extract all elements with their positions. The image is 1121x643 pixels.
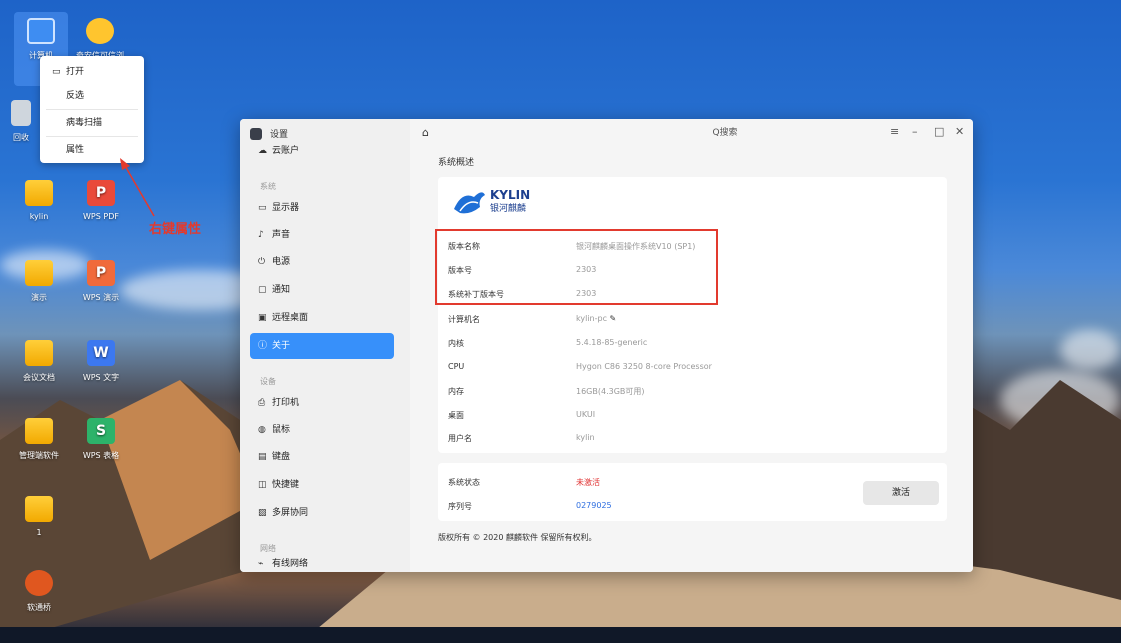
remote-desktop-icon: ▣ [258, 313, 267, 323]
folder-icon [25, 418, 53, 444]
copyright-text: 版权所有 © 2020 麒麟软件 保留所有权利。 [438, 533, 597, 542]
close-icon[interactable]: ✕ [955, 125, 964, 138]
system-info-card: KYLIN 银河麒麟 版本名称 银河麒麟桌面操作系统V10 (SP1) 版本号 … [438, 177, 947, 453]
annotation-label: 右键属性 [149, 222, 202, 237]
home-icon[interactable]: ⌂ [422, 126, 429, 139]
activate-button[interactable]: 激活 [863, 481, 939, 505]
wps-pdf-icon: P [87, 180, 115, 206]
window-titlebar: ⌂ Q搜索 ≡ – □ ✕ [410, 119, 973, 147]
page-title: 系统概述 [438, 158, 475, 168]
sidebar-item-about[interactable]: ⓘ 关于 [250, 333, 394, 359]
desktop-icon-wps-xls[interactable]: S WPS 表格 [73, 418, 129, 461]
minimize-icon[interactable]: – [912, 125, 918, 138]
shortcut-icon: ◫ [258, 480, 267, 490]
info-icon: ⓘ [258, 341, 268, 351]
sidebar-item-mouse[interactable]: ◍ 鼠标 [250, 417, 394, 443]
sidebar-group-network: 网络 [260, 544, 276, 553]
kylin-sub: 银河麒麟 [490, 204, 527, 214]
activation-card: 系统状态 未激活 序列号 0279025 激活 [438, 463, 947, 521]
wps-spreadsheet-icon: S [87, 418, 115, 444]
app-header: 设置 [250, 127, 288, 140]
context-menu-open[interactable]: ▭ 打开 [40, 60, 144, 84]
desktop-icon-folder-1[interactable]: 1 [11, 496, 67, 537]
settings-sidebar: 设置 ☁ 云账户 系统 ▭ 显示器 ♪ 声音 ⏻ 电源 ▢ 通知 ▣ 远程桌面 ⓘ 关于 设备… [240, 119, 410, 572]
printer-icon: ⎙ [258, 398, 266, 408]
sidebar-item-cloud-account[interactable]: ☁ 云账户 [250, 141, 394, 161]
sidebar-item-wired-network[interactable]: ⌁ 有线网络 [250, 557, 394, 572]
search-input[interactable]: Q搜索 [650, 123, 800, 143]
context-menu-invert-select[interactable]: 反选 [40, 84, 144, 108]
folder-icon [25, 180, 53, 206]
wps-writer-icon: W [87, 340, 115, 366]
computer-icon [27, 18, 55, 44]
kylin-brand: KYLIN [490, 188, 531, 202]
mouse-icon: ◍ [258, 425, 266, 435]
desktop-icon-meeting-docs[interactable]: 会议文档 [11, 340, 67, 383]
speaker-icon: ♪ [258, 230, 264, 240]
taskbar [0, 627, 1121, 643]
edit-pencil-icon[interactable]: ✎ [610, 314, 617, 323]
menu-icon[interactable]: ≡ [890, 125, 899, 138]
trash-icon [11, 100, 31, 126]
monitor-icon: ▭ [258, 203, 267, 213]
annotation-arrow [120, 158, 155, 217]
sidebar-group-devices: 设备 [260, 377, 276, 386]
settings-app-icon [250, 127, 262, 140]
annotation-highlight-box [435, 229, 718, 305]
settings-window: 设置 ☁ 云账户 系统 ▭ 显示器 ♪ 声音 ⏻ 电源 ▢ 通知 ▣ 远程桌面 ⓘ 关于 设备… [240, 119, 973, 572]
menu-divider [46, 109, 138, 110]
desktop-icon-recycle[interactable]: 回收 [6, 100, 36, 143]
folder-icon [25, 496, 53, 522]
wps-presentation-icon: P [87, 260, 115, 286]
context-menu: ▭ 打开 反选 病毒扫描 属性 [40, 56, 144, 163]
desktop-icon-kylin[interactable]: kylin [11, 180, 67, 221]
folder-open-icon: ▭ [52, 67, 61, 77]
desktop-icon-browser[interactable]: 奇安信可信浏 [72, 18, 128, 61]
sidebar-item-remote-desktop[interactable]: ▣ 远程桌面 [250, 305, 394, 331]
desktop-icon-yanshi[interactable]: 演示 [11, 260, 67, 303]
desktop-icon-computer[interactable]: 计算机 [13, 18, 69, 61]
sidebar-group-system: 系统 [260, 182, 276, 191]
folder-icon [25, 340, 53, 366]
sidebar-item-shortcut[interactable]: ◫ 快捷键 [250, 472, 394, 498]
cloud-icon: ☁ [258, 146, 267, 156]
menu-divider [46, 136, 138, 137]
sidebar-item-sound[interactable]: ♪ 声音 [250, 222, 394, 248]
sidebar-item-notification[interactable]: ▢ 通知 [250, 277, 394, 303]
sidebar-item-multi-screen[interactable]: ▨ 多屏协同 [250, 500, 394, 526]
kylin-logo: KYLIN 银河麒麟 [452, 187, 530, 217]
sidebar-item-keyboard[interactable]: ▤ 键盘 [250, 444, 394, 470]
notification-icon: ▢ [258, 285, 267, 295]
folder-icon [25, 260, 53, 286]
maximize-icon[interactable]: □ [934, 125, 944, 138]
keyboard-icon: ▤ [258, 452, 267, 462]
sidebar-item-printer[interactable]: ⎙ 打印机 [250, 390, 394, 416]
desktop-icon-admin-software[interactable]: 管理端软件 [11, 418, 67, 461]
sidebar-item-power[interactable]: ⏻ 电源 [250, 249, 394, 275]
sidebar-item-display[interactable]: ▭ 显示器 [250, 195, 394, 221]
ruantongqiao-icon [25, 570, 53, 596]
context-menu-virus-scan[interactable]: 病毒扫描 [40, 111, 144, 135]
status-badge: 未激活 [576, 478, 600, 487]
network-icon: ⌁ [258, 559, 264, 569]
browser-icon [86, 18, 114, 44]
desktop-icon-wps-ppt[interactable]: P WPS 演示 [73, 260, 129, 303]
app-title: 设置 [270, 130, 289, 140]
desktop-icon-wps-doc[interactable]: W WPS 文字 [73, 340, 129, 383]
desktop-icon-ruantongqiao[interactable]: 软通桥 [11, 570, 67, 613]
kylin-emblem-icon [454, 192, 485, 214]
multi-screen-icon: ▨ [258, 508, 267, 518]
settings-main: ⌂ Q搜索 ≡ – □ ✕ 系统概述 KYLIN 银河麒麟 版本名称 银河麒麟桌… [410, 119, 973, 572]
power-icon: ⏻ [258, 257, 266, 267]
